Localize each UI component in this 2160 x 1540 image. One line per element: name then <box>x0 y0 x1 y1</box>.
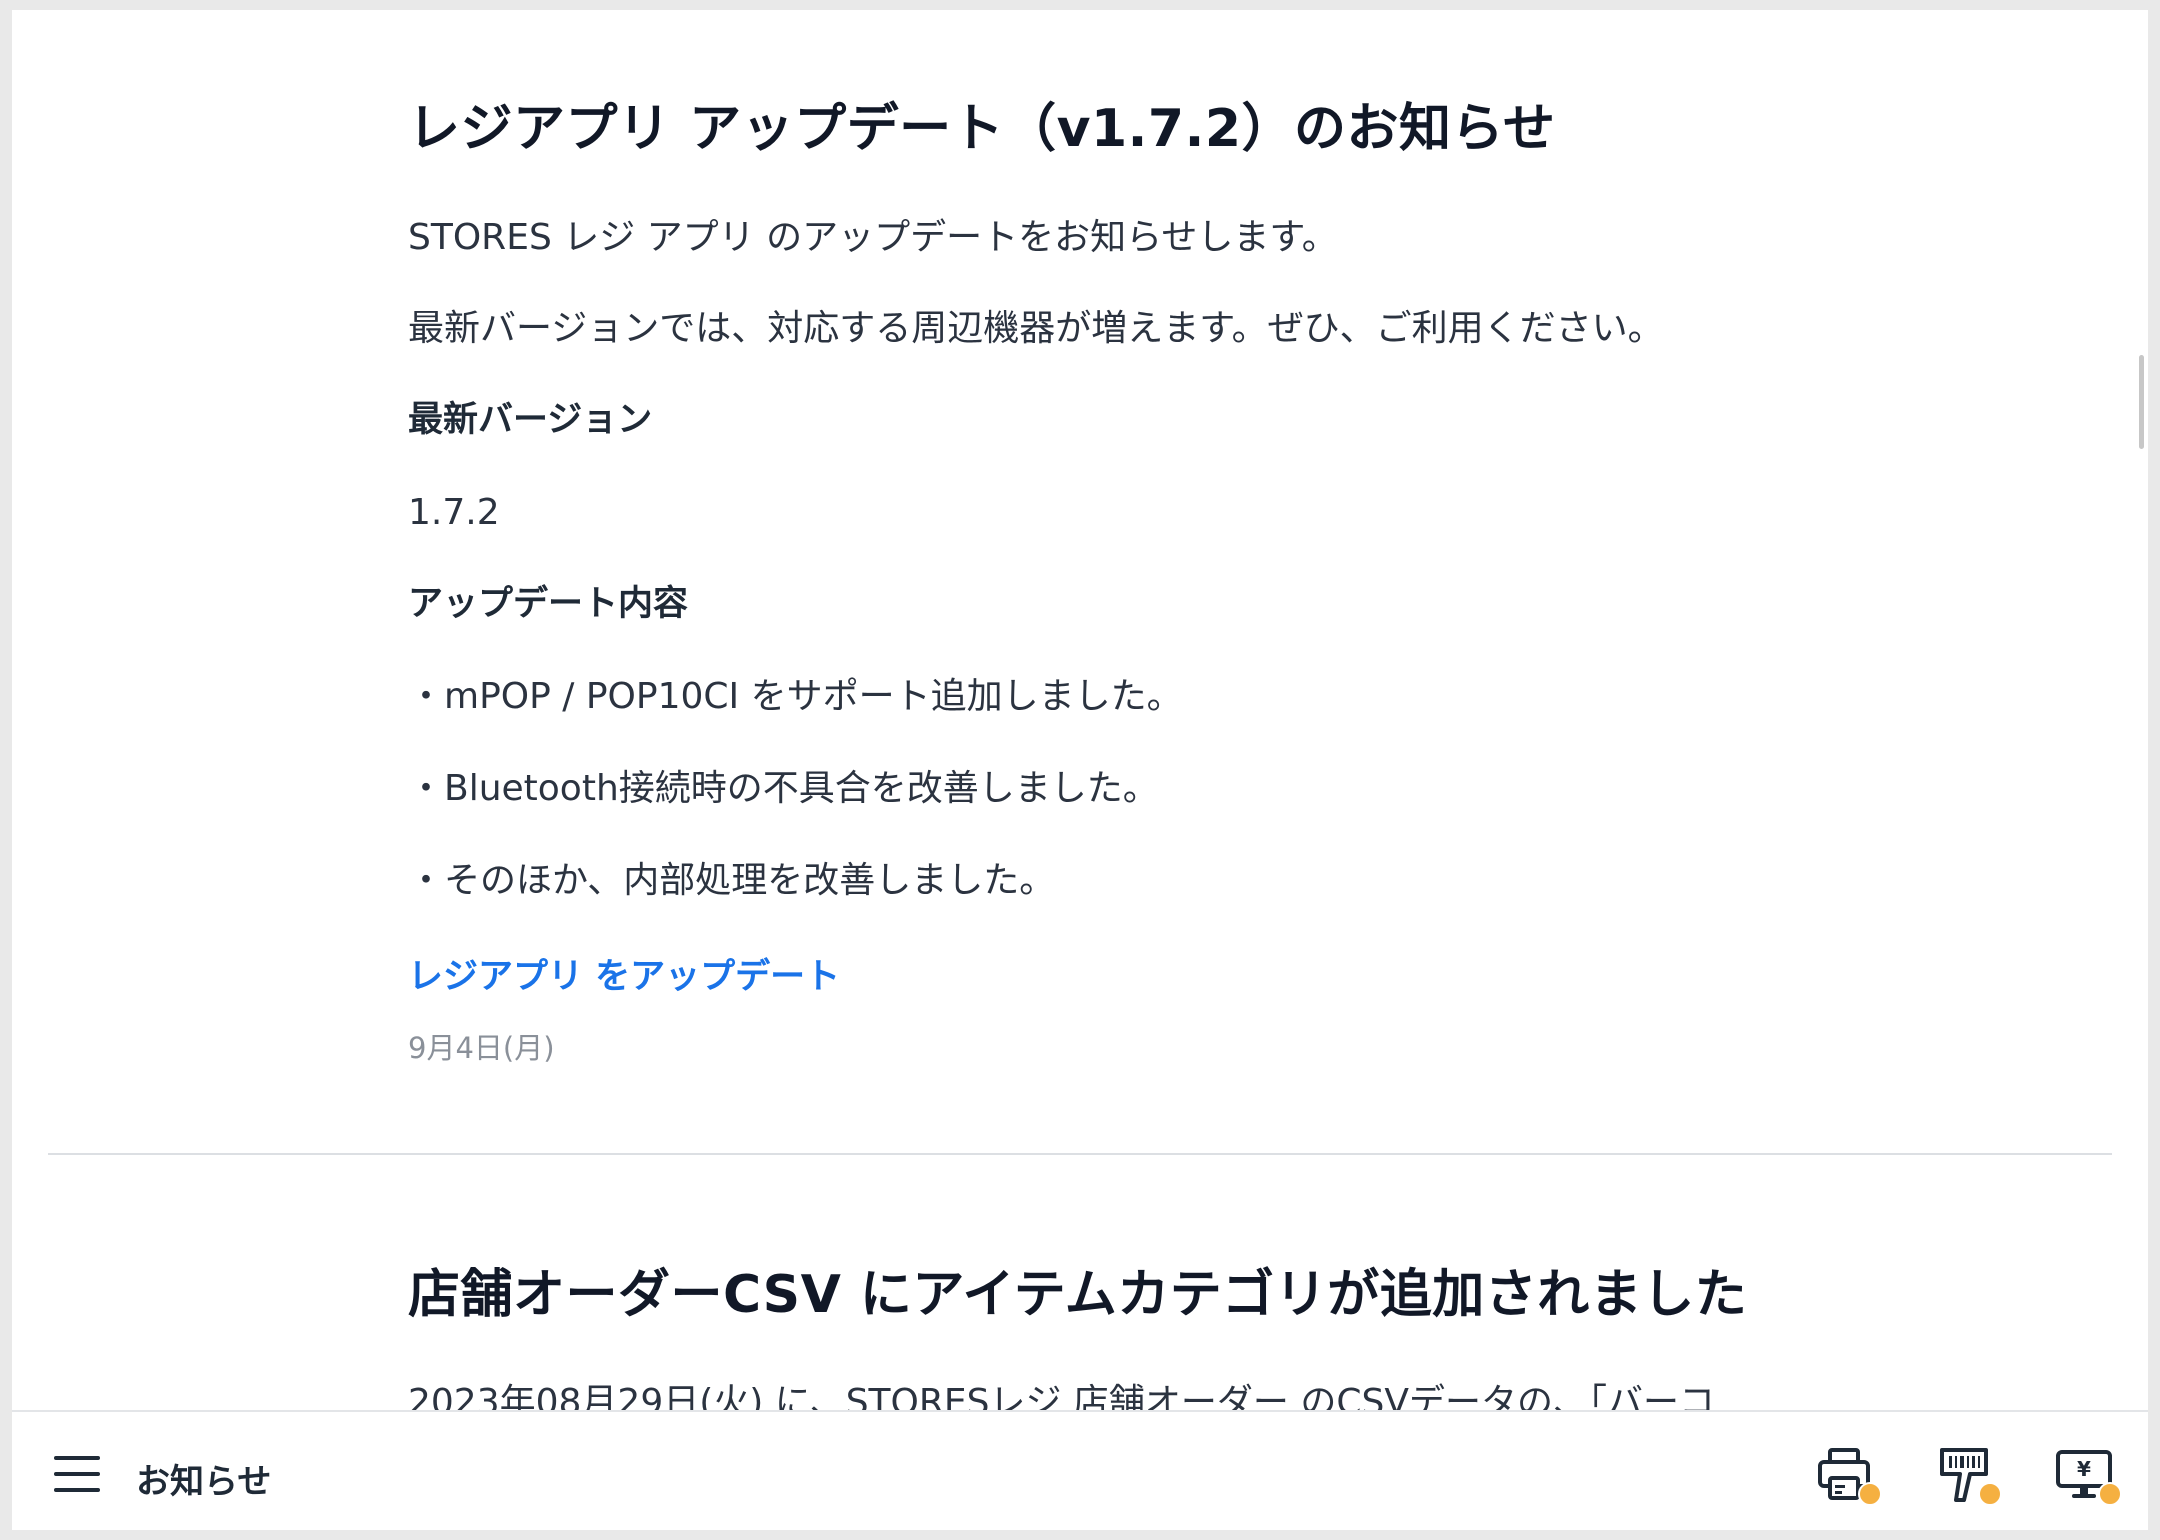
list-item: ・mPOP / POP10CI をサポート追加しました。 <box>408 676 1183 717</box>
hamburger-menu-icon[interactable] <box>54 1454 100 1494</box>
svg-text:¥: ¥ <box>2077 1457 2091 1481</box>
list-item: ・そのほか、内部処理を改善しました。 <box>408 860 1056 901</box>
article-title: 店舗オーダーCSV にアイテムカテゴリが追加されました <box>408 1265 1748 1325</box>
bottom-toolbar: お知らせ ¥ <box>12 1410 2148 1530</box>
article-intro: STORES レジ アプリ のアップデートをお知らせします。 <box>408 217 1338 258</box>
printer-status-dot <box>1858 1482 1882 1506</box>
update-app-link[interactable]: レジアプリ をアップデート <box>408 948 840 999</box>
article-intro: 2023年08月29日(火) に、STORESレジ 店舗オーダー のCSVデータ… <box>408 1382 1715 1410</box>
version-heading: 最新バージョン <box>408 400 653 440</box>
page-title: お知らせ <box>136 1462 272 1502</box>
display-status-button[interactable]: ¥ <box>2054 1444 2122 1508</box>
scanner-status-button[interactable] <box>1934 1444 2002 1508</box>
article-title: レジアプリ アップデート（v1.7.2）のお知らせ <box>408 99 1556 159</box>
printer-status-button[interactable] <box>1814 1444 1882 1508</box>
scrollbar-thumb[interactable] <box>2139 355 2144 449</box>
article-date: 9月4日(月) <box>408 1031 555 1065</box>
article-intro-2: 最新バージョンでは、対応する周辺機器が増えます。ぜひ、ご利用ください。 <box>408 308 1664 349</box>
scanner-status-dot <box>1978 1482 2002 1506</box>
display-status-dot <box>2098 1482 2122 1506</box>
article-divider <box>48 1153 2112 1155</box>
app-window: レジアプリ アップデート（v1.7.2）のお知らせ STORES レジ アプリ … <box>12 10 2148 1530</box>
version-value: 1.7.2 <box>408 492 500 533</box>
list-item: ・Bluetooth接続時の不具合を改善しました。 <box>408 768 1159 809</box>
contents-heading: アップデート内容 <box>408 584 689 624</box>
news-feed[interactable]: レジアプリ アップデート（v1.7.2）のお知らせ STORES レジ アプリ … <box>12 10 2148 1410</box>
